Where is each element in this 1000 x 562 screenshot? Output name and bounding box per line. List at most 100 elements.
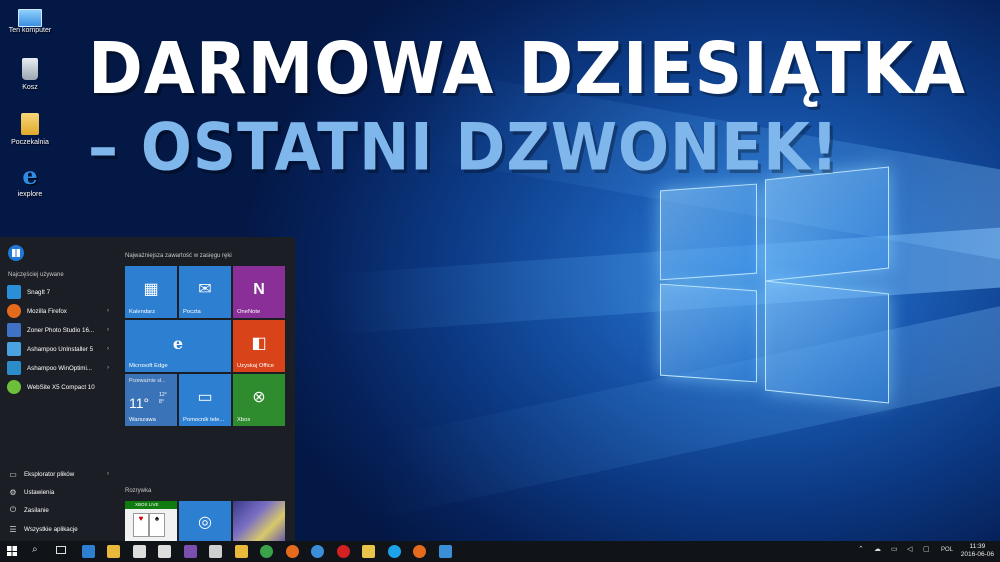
menu-item-zoner[interactable]: Zoner Photo Studio 16... ›	[0, 321, 117, 339]
taskbar-file-explorer-icon[interactable]	[107, 545, 120, 558]
snagit-icon	[7, 285, 21, 299]
onenote-icon: N	[253, 280, 265, 298]
tile-xbox[interactable]: ⊗ Xbox	[233, 374, 285, 426]
menu-item-snagit[interactable]: SnagIt 7	[0, 283, 117, 301]
groove-music-icon: ◎	[198, 514, 212, 531]
chevron-right-icon[interactable]: ›	[107, 346, 109, 352]
weather-condition: Przeważnie sł...	[129, 378, 166, 384]
user-avatar-icon[interactable]	[8, 245, 24, 261]
desktop-icon-poczekalnia[interactable]: Poczekalnia	[2, 113, 58, 146]
desktop-icon-label: Poczekalnia	[11, 139, 49, 146]
tile-label: Kalendarz	[129, 309, 156, 315]
start-menu-left-pane: Najczęściej używane SnagIt 7 Mozilla Fir…	[0, 237, 117, 541]
playing-card-icon: ♠	[149, 513, 165, 537]
chevron-right-icon[interactable]: ›	[107, 308, 109, 314]
tile-news-photo[interactable]	[233, 501, 285, 541]
tile-label: Poczta	[183, 309, 201, 315]
edge-icon: e	[172, 333, 184, 353]
onedrive-icon[interactable]: ☁	[874, 545, 881, 553]
phone-companion-icon: ▭	[197, 388, 213, 406]
menu-item-label: SnagIt 7	[27, 288, 51, 296]
tile-weather[interactable]: Przeważnie sł... 11° 12° 8° Warszawa	[125, 374, 177, 426]
taskbar-chrome-icon[interactable]	[260, 545, 273, 558]
taskbar-mail-icon[interactable]	[133, 545, 146, 558]
chevron-right-icon[interactable]: ›	[107, 327, 109, 333]
menu-item-all-apps[interactable]: ☰ Wszystkie aplikacje	[0, 520, 117, 538]
desktop-icon-label: Kosz	[22, 84, 38, 91]
menu-item-file-explorer[interactable]: ▭ Eksplorator plików ›	[0, 465, 117, 483]
gear-icon: ⚙	[9, 487, 17, 497]
notification-icon[interactable]: ▢	[923, 545, 930, 553]
taskbar-folder-icon[interactable]	[235, 545, 248, 558]
chevron-right-icon[interactable]: ›	[107, 365, 109, 371]
tile-calendar[interactable]: ▦ Kalendarz	[125, 266, 177, 318]
language-indicator[interactable]: POL	[941, 547, 953, 553]
taskbar-store-icon[interactable]	[158, 545, 171, 558]
logo-pane	[765, 280, 889, 404]
desktop-icon-this-pc[interactable]: Ten komputer	[2, 5, 58, 34]
taskbar-document-icon[interactable]	[362, 545, 375, 558]
menu-item-label: Mozilla Firefox	[27, 307, 67, 315]
tile-group-title: Najważniejsza zawartość w zasięgu ręki	[125, 253, 232, 259]
office-icon: ◧	[251, 334, 267, 352]
taskbar-network-app-icon[interactable]	[311, 545, 324, 558]
tile-get-office[interactable]: ◧ Uzyskaj Office	[233, 320, 285, 372]
tile-label: OneNote	[237, 309, 261, 315]
task-view-icon[interactable]	[56, 546, 66, 554]
computer-icon	[18, 9, 42, 27]
playing-card-icon: ♥	[133, 513, 149, 537]
tile-label: Uzyskaj Office	[237, 363, 274, 369]
weather-high: 12°	[159, 392, 167, 398]
menu-item-label: WebSite X5 Compact 10	[27, 383, 95, 391]
desktop-icon-label: iexplore	[17, 191, 43, 198]
tile-phone-companion[interactable]: ▭ Pomocnik tele...	[179, 374, 231, 426]
menu-item-label: Ashampoo UnInstaller 5	[27, 345, 94, 353]
menu-item-label: Ashampoo WinOptimi...	[27, 364, 92, 372]
tile-onenote[interactable]: N OneNote	[233, 266, 285, 318]
network-icon[interactable]: ▭	[891, 545, 898, 553]
taskbar-firefox-icon[interactable]	[286, 545, 299, 558]
chevron-right-icon[interactable]: ›	[107, 471, 109, 477]
tile-mail[interactable]: ✉ Poczta	[179, 266, 231, 318]
xbox-icon: ⊗	[252, 388, 266, 406]
desktop-icon-recycle-bin[interactable]: Kosz	[2, 58, 58, 91]
taskbar-firefox-2-icon[interactable]	[413, 545, 426, 558]
taskbar-settings-app-icon[interactable]	[439, 545, 452, 558]
website-x5-icon	[7, 380, 21, 394]
taskbar-feather-icon[interactable]	[209, 545, 222, 558]
tile-label: Warszawa	[129, 417, 156, 423]
chevron-up-icon[interactable]: ⌃	[858, 545, 864, 553]
volume-icon[interactable]: ◁	[907, 545, 912, 553]
headline-line-1: DARMOWA DZIESIĄTKA	[88, 26, 966, 111]
desktop-icon-iexplore[interactable]: e iexplore	[2, 161, 58, 199]
search-icon[interactable]: ⌕	[32, 544, 38, 555]
tile-label: Pomocnik tele...	[183, 417, 225, 423]
tile-microsoft-edge[interactable]: e Microsoft Edge	[125, 320, 231, 372]
menu-item-winoptimizer[interactable]: Ashampoo WinOptimi... ›	[0, 359, 117, 377]
menu-item-website-x5[interactable]: WebSite X5 Compact 10	[0, 378, 117, 396]
clock-time: 11:39	[969, 543, 986, 550]
menu-item-power[interactable]: ⏻ Zasilanie	[0, 501, 117, 519]
weather-low: 8°	[159, 399, 164, 405]
folder-icon	[21, 113, 39, 135]
mail-icon: ✉	[198, 280, 212, 298]
menu-item-firefox[interactable]: Mozilla Firefox ›	[0, 302, 117, 320]
tile-group-title: Rozrywka	[125, 488, 152, 494]
windows-start-icon[interactable]	[7, 546, 17, 556]
taskbar: ⌕ ⌃ ☁ ▭ ◁ ▢ POL 11:39 2016-06-06	[0, 541, 1000, 562]
taskbar-edge-icon[interactable]	[82, 545, 95, 558]
tile-label: Microsoft Edge	[129, 363, 168, 369]
tile-solitaire[interactable]: XBOX LIVE ♥ ♠	[125, 501, 177, 541]
windows-logo-wallpaper	[660, 165, 890, 430]
list-icon: ☰	[9, 524, 17, 534]
internet-explorer-icon: e	[22, 161, 38, 190]
desktop-icon-label: Ten komputer	[8, 27, 52, 34]
menu-item-settings[interactable]: ⚙ Ustawienia	[0, 483, 117, 501]
clock[interactable]: 11:39 2016-06-06	[961, 543, 994, 559]
menu-item-uninstaller[interactable]: Ashampoo UnInstaller 5 ›	[0, 340, 117, 358]
tile-groove-music[interactable]: ◎	[179, 501, 231, 541]
logo-pane	[660, 183, 757, 281]
taskbar-skype-icon[interactable]	[388, 545, 401, 558]
taskbar-save-app-icon[interactable]	[184, 545, 197, 558]
taskbar-opera-icon[interactable]	[337, 545, 350, 558]
